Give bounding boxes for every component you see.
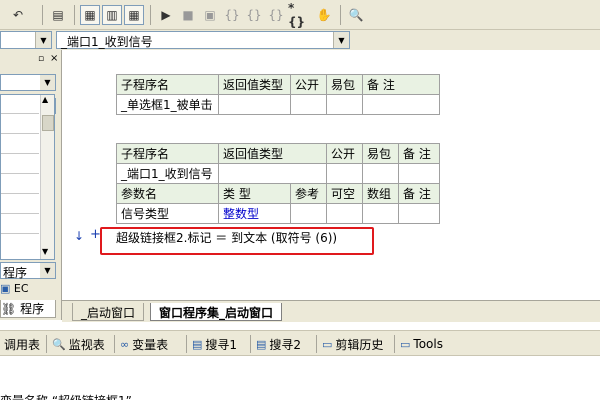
subroutine-table-1: 子程序名 返回值类型 公开 易包 备 注 _单选框1_被单击 — [116, 74, 440, 115]
table-cell[interactable] — [326, 163, 363, 184]
arrow-down-icon: ↓ — [74, 229, 85, 243]
chevron-up-icon[interactable]: ▲ — [42, 95, 54, 107]
highlight-box — [100, 227, 374, 255]
method-combo-value: _端口1_收到信号 — [61, 35, 153, 49]
toolbar-separator — [150, 5, 151, 25]
tab-watch-table[interactable]: 🔍 监视表 — [52, 335, 105, 353]
variables-icon: ∞ — [120, 337, 130, 351]
method-combo[interactable]: _端口1_收到信号 ▼ — [56, 31, 350, 49]
left-scrollbar[interactable]: ▲ ▼ — [40, 95, 54, 259]
tab-variable-table[interactable]: ∞ 变量表 — [120, 335, 168, 353]
table-cell[interactable] — [218, 94, 291, 115]
tab-startup-window[interactable]: _启动窗口 — [72, 303, 145, 321]
table-cell[interactable] — [326, 203, 363, 224]
tab-program[interactable]: ⛓ 程序 — [0, 300, 56, 318]
param-name[interactable]: 信号类型 — [116, 203, 219, 224]
toolbar-separator — [74, 5, 75, 25]
header-cell: 子程序名 — [116, 143, 219, 164]
search1-icon: ▤ — [192, 337, 203, 351]
header-cell: 返回值类型 — [218, 143, 327, 164]
find-icon[interactable]: 🔍 — [346, 5, 366, 25]
tab-call-table[interactable]: 调用表 — [4, 335, 40, 353]
header-cell: 公开 — [326, 143, 363, 164]
table-cell[interactable] — [290, 94, 327, 115]
debug-icon[interactable]: ▣ — [200, 5, 220, 25]
program-icon: ⛓ — [1, 302, 17, 316]
layout-icon[interactable]: ▦ — [80, 5, 100, 25]
chevron-down-icon[interactable]: ▼ — [42, 247, 54, 259]
table-cell[interactable] — [398, 203, 440, 224]
table-cell[interactable] — [290, 203, 327, 224]
chevron-down-icon[interactable]: ▼ — [40, 75, 55, 90]
tab-tools[interactable]: ▭ Tools — [400, 335, 443, 353]
header-cell: 参考 — [290, 183, 327, 204]
step-out-icon[interactable]: {} — [266, 5, 286, 25]
clipboard-icon: ▭ — [322, 337, 333, 351]
header-cell: 备 注 — [398, 143, 440, 164]
step-over-icon[interactable]: {} — [244, 5, 264, 25]
object-combo[interactable]: ▼ — [0, 31, 52, 49]
grid-icon[interactable]: ▦ — [124, 5, 144, 25]
header-cell: 参数名 — [116, 183, 219, 204]
braces-icon[interactable]: *{} — [288, 1, 308, 29]
bottom-panel-tabs: 调用表 🔍 监视表 ∞ 变量表 ▤ 搜寻1 ▤ 搜寻2 ▭ 剪辑历史 ▭ Too… — [0, 330, 600, 356]
table-cell[interactable] — [362, 203, 399, 224]
toolbar-separator — [340, 5, 341, 25]
header-cell: 数组 — [362, 183, 399, 204]
step-into-icon[interactable]: {} — [222, 5, 242, 25]
subroutine-name[interactable]: _单选框1_被单击 — [116, 94, 219, 115]
tab-search2[interactable]: ▤ 搜寻2 — [256, 335, 301, 353]
header-cell: 类 型 — [218, 183, 291, 204]
header-cell: 子程序名 — [116, 74, 219, 95]
subroutine-table-2: 子程序名 返回值类型 公开 易包 备 注 _端口1_收到信号 参数名 类 型 参… — [116, 143, 440, 224]
hand-icon[interactable]: ✋ — [314, 5, 334, 25]
table-cell[interactable] — [218, 163, 327, 184]
stop-icon[interactable]: ■ — [178, 5, 198, 25]
param-type[interactable]: 整数型 — [218, 203, 291, 224]
search2-icon: ▤ — [256, 337, 267, 351]
chevron-down-icon[interactable]: ▼ — [35, 32, 51, 48]
header-cell: 返回值类型 — [218, 74, 291, 95]
tab-clip-history[interactable]: ▭ 剪辑历史 — [322, 335, 383, 353]
close-icon[interactable]: × — [50, 53, 60, 64]
subroutine-name[interactable]: _端口1_收到信号 — [116, 163, 219, 184]
header-cell: 可空 — [326, 183, 363, 204]
tab-search1[interactable]: ▤ 搜寻1 — [192, 335, 237, 353]
tab-ec[interactable]: ▣ EC — [0, 282, 56, 298]
run-icon[interactable]: ▶ — [156, 5, 176, 25]
panel-selector[interactable]: ▼ — [0, 74, 56, 91]
grid-icon[interactable]: ▥ — [102, 5, 122, 25]
document-tabs: _启动窗口 窗口程序集_启动窗口 — [62, 300, 600, 322]
header-cell: 易包 — [362, 143, 399, 164]
undo-icon[interactable]: ↶ — [8, 5, 28, 25]
toolbar: ↶ ▤ ▦ ▥ ▦ ▶ ■ ▣ {} {} {} *{} ✋ 🔍 — [0, 0, 600, 30]
chevron-down-icon[interactable]: ▼ — [333, 32, 349, 48]
table-cell[interactable] — [362, 94, 440, 115]
combo-row: ▼ _端口1_收到信号 ▼ — [0, 30, 600, 50]
scroll-thumb[interactable] — [42, 115, 54, 131]
program-select[interactable]: 程序 ▼ — [0, 262, 56, 280]
header-cell: 备 注 — [398, 183, 440, 204]
pin-icon[interactable]: ▫ — [38, 54, 48, 64]
header-cell: 备 注 — [362, 74, 440, 95]
header-cell: 易包 — [326, 74, 363, 95]
table-cell[interactable] — [398, 163, 440, 184]
header-cell: 公开 — [290, 74, 327, 95]
magnifier-icon: 🔍 — [52, 337, 66, 351]
table-cell[interactable] — [362, 163, 399, 184]
table-icon[interactable]: ▤ — [48, 5, 68, 25]
chevron-down-icon[interactable]: ▼ — [40, 263, 55, 278]
table-cell[interactable] — [326, 94, 363, 115]
toolbar-separator — [42, 5, 43, 25]
window-icon: ▭ — [400, 337, 411, 351]
ec-icon: ▣ — [0, 282, 11, 295]
status-text: 变量名称 “超级链接框1” — [0, 392, 132, 400]
tab-window-assembly[interactable]: 窗口程序集_启动窗口 — [150, 303, 283, 321]
